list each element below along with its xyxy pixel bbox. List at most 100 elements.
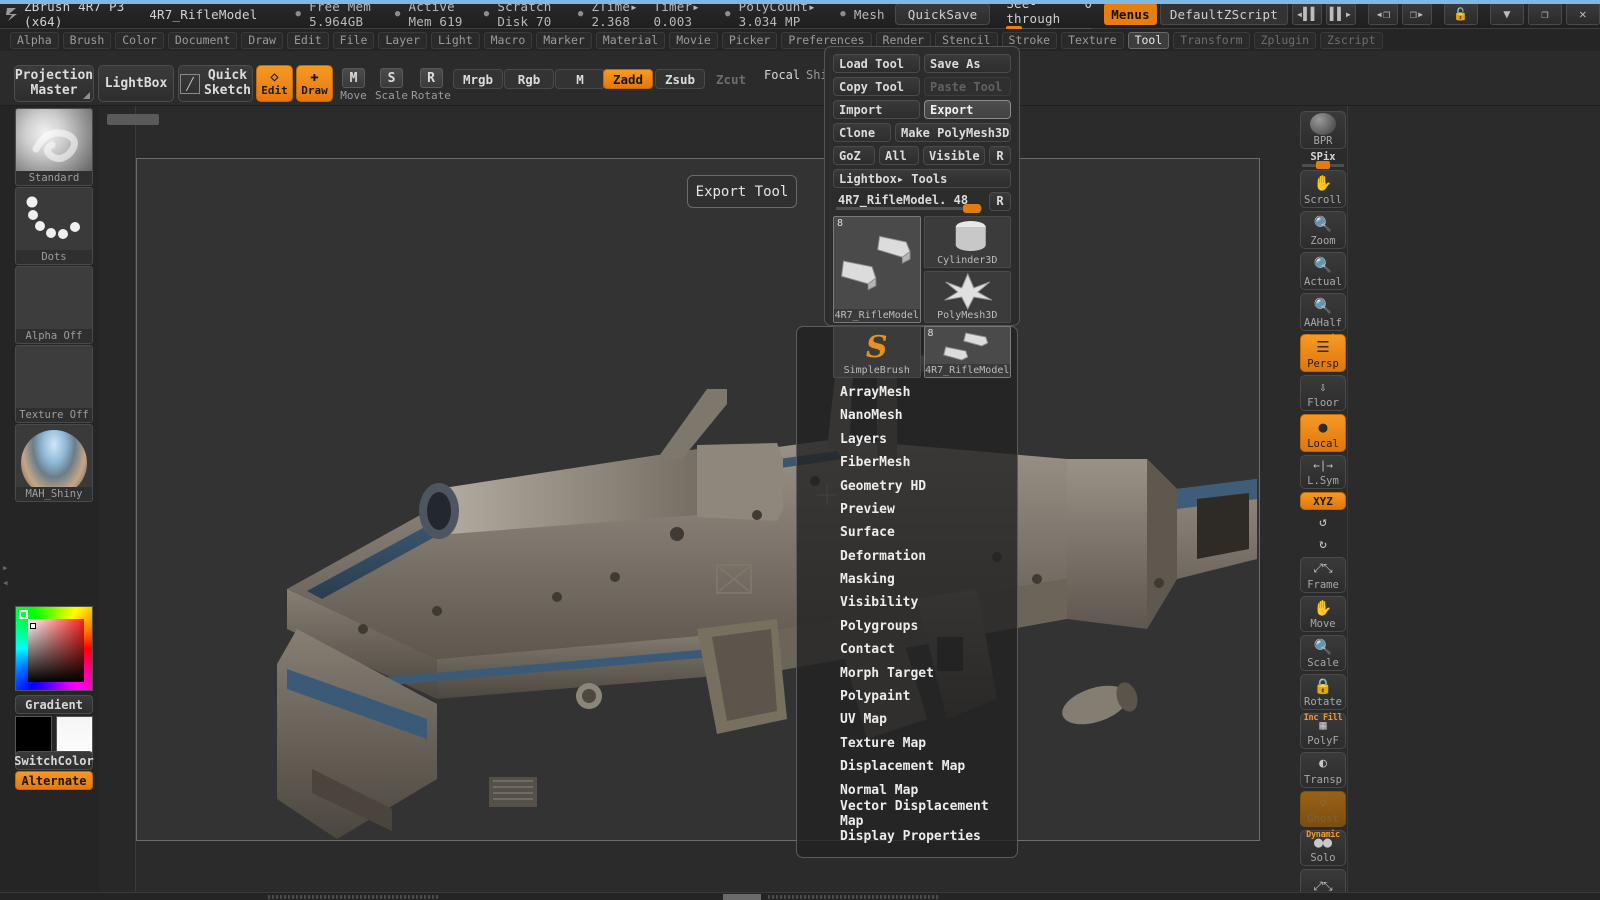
tool-menu-displacement-map[interactable]: Displacement Map xyxy=(797,755,1017,778)
lightbox-tools-button[interactable]: Lightbox▸ Tools xyxy=(833,169,1011,188)
tool-menu-layers[interactable]: Layers xyxy=(797,428,1017,451)
move-button[interactable]: ✋ Move xyxy=(1300,596,1346,632)
tray-right-icon[interactable]: ❐▸ xyxy=(1402,3,1432,25)
visible-button[interactable]: Visible xyxy=(923,146,985,165)
menu-item-tool[interactable]: Tool xyxy=(1127,31,1170,49)
menus-toggle-button[interactable]: Menus xyxy=(1104,3,1157,25)
scroll-right-icon[interactable]: ▌▌▸ xyxy=(1326,3,1356,25)
menu-item-color[interactable]: Color xyxy=(115,31,164,49)
tray-left-icon[interactable]: ◂❐ xyxy=(1368,3,1398,25)
menu-item-material[interactable]: Material xyxy=(595,31,666,49)
load-tool-button[interactable]: Load Tool xyxy=(833,54,920,73)
menu-item-macro[interactable]: Macro xyxy=(483,31,533,49)
m-button[interactable]: M xyxy=(555,69,605,89)
rgb-button[interactable]: Rgb xyxy=(504,69,554,89)
all-button[interactable]: All xyxy=(879,146,919,165)
scale-button[interactable]: 🔍 Scale xyxy=(1300,635,1346,671)
tool-menu-surface[interactable]: Surface xyxy=(797,521,1017,544)
menu-item-transform[interactable]: Transform xyxy=(1173,31,1250,49)
rotate-y-button[interactable]: ↺ xyxy=(1300,513,1346,532)
polyframe-button[interactable]: Inc Fill ▦ PolyF xyxy=(1300,713,1346,749)
quick-sketch-button[interactable]: ╱ Quick Sketch xyxy=(178,65,253,102)
frame-button[interactable]: ⤢⤡ Frame xyxy=(1300,557,1346,593)
tool-menu-nanomesh[interactable]: NanoMesh xyxy=(797,404,1017,427)
menu-item-zscript[interactable]: Zscript xyxy=(1320,31,1383,49)
viewport-canvas[interactable] xyxy=(136,158,1260,841)
copy-tool-button[interactable]: Copy Tool xyxy=(833,77,920,96)
tool-menu-texture-map[interactable]: Texture Map xyxy=(797,732,1017,755)
local-button[interactable]: ● Local xyxy=(1300,414,1346,452)
menu-item-light[interactable]: Light xyxy=(431,31,480,49)
tool-menu-display-properties[interactable]: Display Properties xyxy=(797,825,1017,848)
current-tool-knob[interactable] xyxy=(963,204,981,213)
draw-mode-button[interactable]: ✚ Draw xyxy=(296,65,333,102)
make-polymesh3d-button[interactable]: Make PolyMesh3D xyxy=(895,123,1011,142)
tool-menu-vector-displacement-map[interactable]: Vector Displacement Map xyxy=(797,799,1017,829)
lock-icon[interactable]: 🔓 xyxy=(1444,3,1478,25)
rotate-z-button[interactable]: ↻ xyxy=(1300,535,1346,554)
stroke-tile[interactable]: Dots xyxy=(15,187,93,265)
transp-button[interactable]: ◐ Transp xyxy=(1300,752,1346,788)
zoom-button[interactable]: 🔍 Zoom xyxy=(1300,211,1346,249)
clone-button[interactable]: Clone xyxy=(833,123,891,142)
bpr-render-button[interactable]: BPR xyxy=(1300,111,1346,149)
floor-button[interactable]: ⇩ Floor xyxy=(1300,375,1346,411)
menu-item-edit[interactable]: Edit xyxy=(286,31,329,49)
tool-menu-masking[interactable]: Masking xyxy=(797,568,1017,591)
scroll-left-icon[interactable]: ◂▌▌ xyxy=(1292,3,1322,25)
import-button[interactable]: Import xyxy=(833,100,920,119)
tool-menu-visibility[interactable]: Visibility xyxy=(797,591,1017,614)
canvas-area[interactable] xyxy=(99,106,1295,900)
minimize-icon[interactable]: ▼ xyxy=(1490,3,1524,25)
brush-tile[interactable]: Standard xyxy=(15,108,93,186)
ghost-button[interactable]: ◇ Ghost xyxy=(1300,791,1346,827)
restore-icon[interactable]: ❐ xyxy=(1528,3,1562,25)
color-sv-square[interactable] xyxy=(28,619,84,682)
spix-slider[interactable]: SPix xyxy=(1300,151,1346,169)
tool-menu-polypaint[interactable]: Polypaint xyxy=(797,685,1017,708)
tool-menu-uv-map[interactable]: UV Map xyxy=(797,708,1017,731)
zcut-button[interactable]: Zcut xyxy=(706,69,756,89)
document-tab[interactable] xyxy=(107,114,159,125)
quicksave-button[interactable]: QuickSave xyxy=(894,3,991,25)
scroll-button[interactable]: ✋ Scroll xyxy=(1300,170,1346,208)
persp-button[interactable]: Dynamic ☰ Persp xyxy=(1300,334,1346,372)
color-picker[interactable] xyxy=(15,606,93,691)
menu-item-movie[interactable]: Movie xyxy=(669,31,718,49)
menu-item-zplugin[interactable]: Zplugin xyxy=(1253,31,1317,49)
lsym-button[interactable]: ←∣→ L.Sym xyxy=(1300,455,1346,489)
material-tile[interactable]: MAH_Shiny xyxy=(15,424,93,502)
edit-mode-button[interactable]: ◇ Edit xyxy=(256,65,293,102)
tool-menu-fibermesh[interactable]: FiberMesh xyxy=(797,451,1017,474)
zsub-button[interactable]: Zsub xyxy=(655,69,705,89)
xyz-button[interactable]: XYZ xyxy=(1300,492,1346,510)
gradient-button[interactable]: Gradient xyxy=(15,695,93,714)
goz-button[interactable]: GoZ xyxy=(833,146,875,165)
tool-menu-morph-target[interactable]: Morph Target xyxy=(797,661,1017,684)
tool-menu-geometry-hd[interactable]: Geometry HD xyxy=(797,474,1017,497)
current-tool-slider[interactable]: 4R7_RifleModel. 48 R xyxy=(833,192,1011,213)
tray-expand-right-icon[interactable]: ▸ xyxy=(2,561,9,574)
zadd-button[interactable]: Zadd xyxy=(603,69,653,89)
rotate-button[interactable]: 🔒 Rotate xyxy=(1300,674,1346,710)
tool-thumb-cylinder3d[interactable]: Cylinder3D xyxy=(923,216,1011,268)
texture-tile[interactable]: Texture Off xyxy=(15,345,93,423)
tool-menu-deformation[interactable]: Deformation xyxy=(797,545,1017,568)
switchcolor-button[interactable]: SwitchColor xyxy=(14,751,94,770)
alternate-button[interactable]: Alternate xyxy=(15,771,93,790)
alpha-tile[interactable]: Alpha Off xyxy=(15,266,93,344)
tool-thumb-rifle-small[interactable]: 8 4R7_RifleModel xyxy=(923,326,1011,378)
menu-item-draw[interactable]: Draw xyxy=(241,31,283,49)
menu-item-brush[interactable]: Brush xyxy=(62,31,112,49)
menu-item-document[interactable]: Document xyxy=(167,31,238,49)
menu-item-alpha[interactable]: Alpha xyxy=(10,31,59,49)
visible-r-button[interactable]: R xyxy=(989,146,1011,165)
tool-menu-preview[interactable]: Preview xyxy=(797,498,1017,521)
aahalf-button[interactable]: 🔍 AAHalf xyxy=(1300,293,1346,331)
solo-button[interactable]: Dynamic ●● Solo xyxy=(1300,830,1346,866)
menu-item-layer[interactable]: Layer xyxy=(378,31,427,49)
projection-master-button[interactable]: Projection Master xyxy=(14,65,94,102)
tool-thumb-polymesh3d[interactable]: PolyMesh3D xyxy=(923,271,1011,323)
lightbox-button[interactable]: LightBox xyxy=(98,65,174,102)
move-mode-button[interactable]: M Move xyxy=(336,67,371,102)
